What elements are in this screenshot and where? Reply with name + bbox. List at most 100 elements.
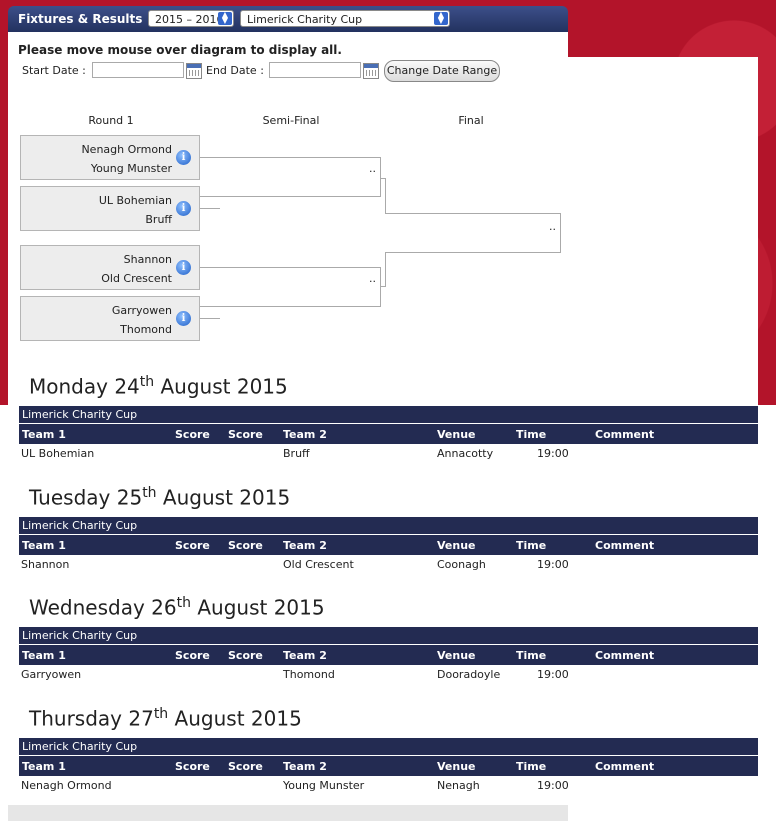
bracket-match-3[interactable]: Shannon Old Crescent i	[20, 245, 200, 290]
end-date-label: End Date :	[206, 64, 264, 77]
col-team2: Team 2	[283, 649, 327, 662]
bracket-connector	[385, 252, 386, 287]
team-1-name: Shannon	[123, 253, 172, 266]
end-date-input[interactable]	[269, 62, 361, 78]
table-header: Team 1 Score Score Team 2 Venue Time Com…	[19, 645, 758, 665]
season-select[interactable]: 2015 – 2016 ▲ ▼	[148, 10, 234, 27]
date-suffix: th	[139, 374, 155, 390]
footer-strip	[8, 805, 568, 821]
col-venue: Venue	[437, 760, 476, 773]
col-team1: Team 1	[22, 649, 66, 662]
date-month: August 2015	[156, 485, 291, 510]
change-date-range-button[interactable]: Change Date Range	[384, 60, 500, 82]
fixture-date-heading: Monday 24th August 2015	[29, 374, 288, 399]
bracket-match-4[interactable]: Garryowen Thomond i	[20, 296, 200, 341]
season-select-value: 2015 – 2016	[155, 13, 224, 26]
col-score: Score	[228, 428, 263, 441]
info-icon[interactable]: i	[176, 150, 191, 165]
content-panel-extension	[568, 57, 758, 405]
cell-venue: Coonagh	[437, 558, 486, 571]
cell-team1: Nenagh Ormond	[21, 779, 112, 792]
start-date-input[interactable]	[92, 62, 184, 78]
cell-time: 19:00	[537, 447, 569, 460]
table-row[interactable]: Garryowen Thomond Dooradoyle 19:00	[19, 664, 758, 684]
col-time: Time	[516, 539, 547, 552]
team-1-name: Garryowen	[111, 304, 172, 317]
cell-team1: UL Bohemian	[21, 447, 95, 460]
col-score: Score	[175, 760, 210, 773]
cell-time: 19:00	[537, 558, 569, 571]
info-icon[interactable]: i	[176, 260, 191, 275]
col-team1: Team 1	[22, 539, 66, 552]
table-header: Team 1 Score Score Team 2 Venue Time Com…	[19, 756, 758, 776]
col-team1: Team 1	[22, 428, 66, 441]
col-score: Score	[175, 428, 210, 441]
cell-team1: Garryowen	[21, 668, 82, 681]
date-month: August 2015	[154, 374, 288, 399]
cell-team2: Young Munster	[283, 779, 365, 792]
col-score: Score	[175, 649, 210, 662]
date-suffix: th	[153, 706, 169, 722]
cell-venue: Dooradoyle	[437, 668, 501, 681]
table-row[interactable]: UL Bohemian Bruff Annacotty 19:00	[19, 443, 758, 463]
placeholder-text: ..	[549, 220, 556, 233]
team-2-name: Thomond	[120, 323, 172, 336]
cell-time: 19:00	[537, 668, 569, 681]
col-time: Time	[516, 649, 547, 662]
team-1-name: UL Bohemian	[98, 194, 172, 207]
table-row[interactable]: Shannon Old Crescent Coonagh 19:00	[19, 554, 758, 574]
col-score: Score	[228, 760, 263, 773]
info-icon[interactable]: i	[176, 201, 191, 216]
date-day: Monday 24	[29, 374, 140, 399]
col-score: Score	[228, 649, 263, 662]
col-comment: Comment	[595, 649, 655, 662]
cell-time: 19:00	[537, 779, 569, 792]
date-day: Tuesday 25	[29, 485, 143, 510]
info-icon[interactable]: i	[176, 311, 191, 326]
col-comment: Comment	[595, 539, 655, 552]
semi-final-slot-1[interactable]: ..	[200, 157, 381, 197]
hint-text: Please move mouse over diagram to displa…	[18, 43, 342, 57]
competition-banner: Limerick Charity Cup	[19, 406, 758, 423]
start-calendar-icon[interactable]	[186, 63, 202, 79]
date-month: August 2015	[190, 595, 325, 620]
col-venue: Venue	[437, 539, 476, 552]
col-comment: Comment	[595, 428, 655, 441]
round-1-heading: Round 1	[88, 114, 134, 127]
cell-team1: Shannon	[21, 558, 70, 571]
col-team2: Team 2	[283, 760, 327, 773]
date-day: Thursday 27	[29, 706, 154, 731]
col-time: Time	[516, 760, 547, 773]
cell-venue: Annacotty	[437, 447, 494, 460]
placeholder-text: ..	[369, 162, 376, 175]
col-venue: Venue	[437, 649, 476, 662]
select-arrows-icon: ▲ ▼	[218, 11, 232, 25]
bracket-connector	[200, 318, 220, 319]
cell-team2: Old Crescent	[283, 558, 354, 571]
team-2-name: Bruff	[145, 213, 172, 226]
toolbar: Fixtures & Results 2015 – 2016 ▲ ▼ Limeri…	[8, 6, 568, 32]
competition-select[interactable]: Limerick Charity Cup ▲ ▼	[240, 10, 450, 27]
select-arrows-icon: ▲ ▼	[434, 11, 448, 25]
final-slot[interactable]: ..	[385, 213, 561, 253]
table-row[interactable]: Nenagh Ormond Young Munster Nenagh 19:00	[19, 775, 758, 795]
date-suffix: th	[176, 595, 191, 611]
cell-venue: Nenagh	[437, 779, 480, 792]
competition-banner: Limerick Charity Cup	[19, 517, 758, 534]
date-suffix: th	[142, 485, 157, 501]
semi-final-slot-2[interactable]: ..	[200, 267, 381, 307]
table-header: Team 1 Score Score Team 2 Venue Time Com…	[19, 535, 758, 555]
end-calendar-icon[interactable]	[363, 63, 379, 79]
col-score: Score	[175, 539, 210, 552]
fixture-date-heading: Tuesday 25th August 2015	[29, 485, 290, 510]
bracket-connector	[200, 208, 220, 209]
col-team2: Team 2	[283, 539, 327, 552]
competition-select-value: Limerick Charity Cup	[247, 13, 363, 26]
team-2-name: Young Munster	[90, 162, 172, 175]
semi-final-heading: Semi-Final	[262, 114, 320, 127]
cell-team2: Thomond	[283, 668, 335, 681]
final-heading: Final	[458, 114, 484, 127]
bracket-match-2[interactable]: UL Bohemian Bruff i	[20, 186, 200, 231]
competition-banner: Limerick Charity Cup	[19, 627, 758, 644]
bracket-match-1[interactable]: Nenagh Ormond Young Munster i	[20, 135, 200, 180]
